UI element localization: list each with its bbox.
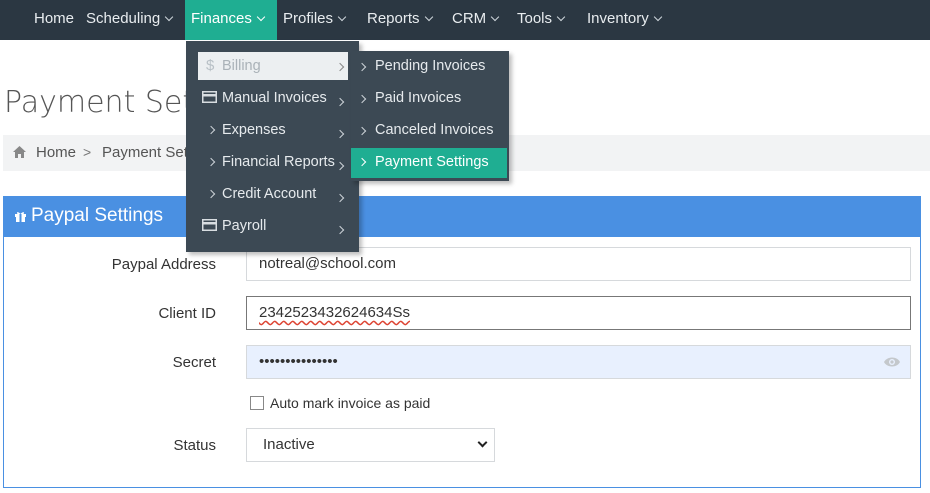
top-navbar: Home Scheduling Finances Profiles Report…: [0, 0, 930, 40]
nav-profiles[interactable]: Profiles: [283, 0, 347, 40]
billing-submenu: Pending Invoices Paid Invoices Canceled …: [351, 51, 509, 181]
secret-value: •••••••••••••••: [259, 353, 338, 370]
menu-item-manual-invoices-label: Manual Invoices: [222, 90, 327, 106]
chevron-right-icon: [335, 97, 345, 107]
nav-crm[interactable]: CRM: [452, 0, 500, 40]
auto-mark-paid-checkbox[interactable]: [250, 396, 264, 410]
menu-item-payroll-label: Payroll: [222, 218, 267, 234]
chevron-down-icon: [164, 12, 174, 22]
breadcrumb-home-link[interactable]: Home: [36, 144, 76, 161]
chevron-down-icon: [556, 12, 566, 22]
menu-item-credit-account-label: Credit Account: [222, 186, 317, 202]
menu-item-billing[interactable]: $ Billing: [198, 52, 348, 80]
chevron-right-icon: [357, 62, 367, 72]
chevron-right-icon: [335, 129, 345, 139]
submenu-item-payment-settings-label: Payment Settings: [375, 154, 489, 170]
nav-finances-label: Finances: [191, 10, 252, 27]
chevron-right-icon: [335, 193, 345, 203]
chevron-down-icon: [653, 12, 662, 22]
client-id-input[interactable]: 2342523432624634Ss: [246, 296, 911, 330]
nav-finances[interactable]: Finances: [185, 0, 277, 40]
eye-icon[interactable]: [884, 355, 900, 369]
chevron-right-icon: [335, 225, 345, 235]
paypal-address-input[interactable]: notreal@school.com: [246, 247, 911, 281]
submenu-item-paid-invoices[interactable]: Paid Invoices: [351, 83, 509, 115]
chevron-right-icon: [335, 161, 345, 171]
panel-header: Paypal Settings: [4, 197, 920, 237]
chevron-right-icon: [357, 94, 367, 104]
status-select[interactable]: Inactive: [246, 428, 495, 462]
chevron-right-icon: [335, 62, 345, 72]
breadcrumb-separator: >: [83, 144, 92, 160]
submenu-item-paid-invoices-label: Paid Invoices: [375, 90, 462, 106]
chevron-right-icon: [357, 157, 367, 167]
status-select-value: Inactive: [263, 436, 315, 453]
chevron-down-icon: [424, 12, 433, 22]
panel-title: Paypal Settings: [31, 205, 164, 226]
submenu-item-canceled-invoices-label: Canceled Invoices: [375, 122, 494, 138]
finances-dropdown-menu: $ Billing Manual Invoices Expenses Finan…: [186, 41, 359, 252]
client-id-value: 2342523432624634Ss: [259, 304, 410, 321]
menu-item-billing-label: Billing: [222, 58, 261, 74]
submenu-item-pending-invoices[interactable]: Pending Invoices: [351, 51, 509, 83]
card-icon: [202, 219, 217, 231]
menu-item-expenses-label: Expenses: [222, 122, 286, 138]
submenu-item-payment-settings[interactable]: Payment Settings: [351, 148, 507, 178]
menu-item-manual-invoices[interactable]: Manual Invoices: [186, 83, 359, 115]
chevron-down-icon: [337, 12, 347, 22]
menu-item-credit-account[interactable]: Credit Account: [186, 179, 359, 211]
paypal-address-label: Paypal Address: [111, 256, 216, 273]
chevron-right-icon: [357, 126, 367, 136]
gift-icon: [15, 212, 26, 222]
nav-reports-label: Reports: [367, 10, 420, 27]
dollar-icon: $: [206, 57, 215, 74]
nav-home[interactable]: Home: [34, 0, 74, 40]
client-id-label: Client ID: [158, 305, 216, 322]
submenu-item-canceled-invoices[interactable]: Canceled Invoices: [351, 115, 509, 147]
nav-profiles-label: Profiles: [283, 10, 334, 27]
nav-tools-label: Tools: [517, 10, 553, 27]
nav-crm-label: CRM: [452, 10, 487, 27]
chevron-right-icon: [206, 189, 216, 199]
secret-input[interactable]: •••••••••••••••: [246, 345, 911, 379]
submenu-item-pending-invoices-label: Pending Invoices: [375, 58, 486, 74]
chevron-right-icon: [206, 157, 216, 167]
chevron-down-icon: [490, 12, 500, 22]
secret-label: Secret: [172, 354, 216, 371]
menu-item-expenses[interactable]: Expenses: [186, 115, 359, 147]
nav-inventory[interactable]: Inventory: [587, 0, 662, 40]
nav-reports[interactable]: Reports: [367, 0, 433, 40]
home-icon: [13, 146, 26, 158]
nav-inventory-label: Inventory: [587, 10, 649, 27]
nav-scheduling[interactable]: Scheduling: [86, 0, 174, 40]
menu-item-financial-reports[interactable]: Financial Reports: [186, 147, 359, 179]
auto-mark-paid-label: Auto mark invoice as paid: [270, 395, 431, 411]
menu-item-financial-reports-label: Financial Reports: [222, 154, 335, 170]
status-label: Status: [173, 437, 216, 454]
menu-item-payroll[interactable]: Payroll: [186, 211, 359, 243]
chevron-down-icon: [256, 12, 266, 22]
card-icon: [202, 91, 217, 103]
nav-home-label: Home: [34, 10, 75, 27]
chevron-down-icon: [477, 437, 488, 448]
nav-scheduling-label: Scheduling: [86, 10, 161, 27]
chevron-right-icon: [206, 125, 216, 135]
nav-tools[interactable]: Tools: [517, 0, 566, 40]
